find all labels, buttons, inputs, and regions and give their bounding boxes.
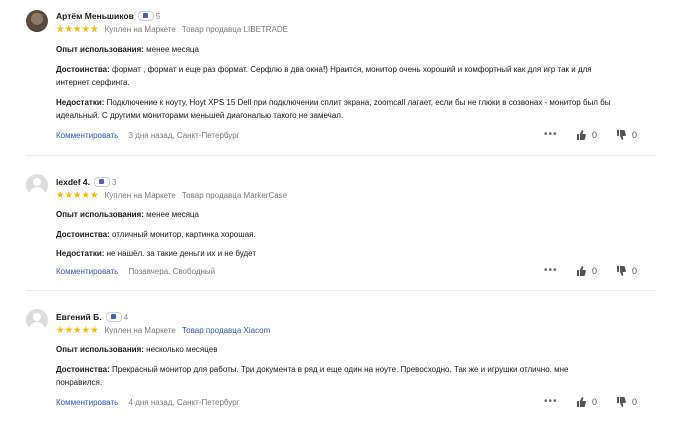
- review-date-location: 4 дня назад, Санкт-Петербург: [128, 398, 240, 407]
- review-date-location: Позавчера, Свободный: [128, 267, 216, 276]
- thumb-down-icon[interactable]: [616, 397, 626, 407]
- reviewer-name[interactable]: Артём Меньшиков: [56, 11, 134, 21]
- cons-field: Недостатки: Подключение к ноуту, Hoyt XP…: [56, 97, 656, 122]
- avatar[interactable]: [26, 174, 48, 196]
- usage-value: менее месяца: [146, 45, 199, 54]
- pros-field: Достоинства: отличный монитор, картинка …: [56, 229, 656, 242]
- level-number: 3: [112, 177, 117, 187]
- dislike-control[interactable]: 0: [616, 266, 637, 276]
- review-footer: Комментировать 4 дня назад, Санкт-Петерб…: [56, 398, 656, 407]
- dislike-control[interactable]: 0: [616, 397, 637, 407]
- avatar[interactable]: [26, 309, 48, 331]
- level-badge: 3: [94, 177, 116, 187]
- like-control[interactable]: 0: [576, 130, 597, 140]
- star-rating: ★★★★★: [56, 24, 99, 35]
- dislike-count: 0: [632, 397, 638, 407]
- dislike-control[interactable]: 0: [616, 130, 637, 140]
- pros-text: формат , формат и еще раз формат. Серфлю…: [112, 65, 592, 74]
- star-rating: ★★★★★: [56, 190, 99, 201]
- seller-link[interactable]: Товар продавца Xiacom: [182, 326, 270, 335]
- review-footer: Комментировать 3 дня назад, Санкт-Петерб…: [56, 131, 656, 140]
- pros-text: Прекрасный монитор для работы. Три докум…: [112, 365, 569, 374]
- level-number: 4: [123, 312, 129, 322]
- review-footer: Комментировать Позавчера, Свободный: [56, 267, 656, 276]
- review-date-location: 3 дня назад, Санкт-Петербург: [128, 131, 240, 140]
- pros-text: отличный монитор, картинка хорошая.: [112, 230, 256, 239]
- cons-field: Недостатки: не нашёл. за такие деньги их…: [56, 248, 656, 261]
- pros-label: Достоинства:: [56, 365, 110, 374]
- divider: [26, 290, 656, 291]
- thumb-down-icon[interactable]: [616, 266, 626, 276]
- review-meta-line: ★★★★★ Куплен на Маркете Товар продавца L…: [56, 24, 288, 35]
- cons-text-cont: идеальный. С другими мониторами меньшей …: [56, 110, 344, 120]
- pros-field: Достоинства: Прекрасный монитор для рабо…: [56, 364, 656, 389]
- usage-field: Опыт использования: несколько месяцев: [56, 344, 656, 357]
- more-dots-icon[interactable]: •••: [544, 396, 558, 407]
- reviewer-name[interactable]: Евгений Б.: [56, 312, 102, 322]
- thumb-up-icon[interactable]: [576, 397, 586, 407]
- usage-field: Опыт использования: менее месяца: [56, 209, 656, 222]
- like-count: 0: [592, 266, 598, 276]
- usage-label: Опыт использования:: [56, 345, 144, 354]
- pros-field: Достоинства: формат , формат и еще раз ф…: [56, 64, 656, 89]
- dislike-count: 0: [632, 266, 638, 276]
- pros-label: Достоинства:: [56, 230, 110, 239]
- level-badge: 4: [105, 312, 129, 322]
- seller-label: Товар продавца MarkerCase: [181, 191, 288, 200]
- comment-button[interactable]: Комментировать: [56, 398, 118, 407]
- divider: [26, 155, 656, 156]
- level-number: 5: [155, 11, 161, 21]
- like-control[interactable]: 0: [576, 266, 597, 276]
- usage-label: Опыт использования:: [56, 210, 144, 219]
- thumb-up-icon[interactable]: [576, 130, 586, 140]
- reviewer-name-line: Артём Меньшиков 5: [56, 11, 160, 21]
- usage-value: менее месяца: [146, 210, 199, 219]
- reviewer-name-line: lexdef 4. 3: [56, 177, 116, 187]
- cons-text: не нашёл. за такие деньги их и не будет: [106, 249, 257, 258]
- star-rating: ★★★★★: [56, 325, 99, 336]
- dislike-count: 0: [632, 130, 638, 140]
- cons-text: Подключение к ноуту, Hoyt XPS 15 Dell пр…: [106, 98, 611, 107]
- pros-text-cont: понравился.: [56, 377, 103, 387]
- pros-label: Достоинства:: [56, 65, 110, 74]
- usage-value: несколько месяцев: [146, 345, 218, 354]
- purchase-label: Куплен на Маркете: [104, 25, 176, 34]
- like-count: 0: [592, 397, 598, 407]
- reviewer-name[interactable]: lexdef 4.: [56, 177, 90, 187]
- thumb-up-icon[interactable]: [576, 266, 586, 276]
- cons-label: Недостатки:: [56, 249, 105, 258]
- thumb-down-icon[interactable]: [616, 130, 626, 140]
- comment-button[interactable]: Комментировать: [56, 267, 118, 276]
- usage-field: Опыт использования: менее месяца: [56, 44, 656, 57]
- purchase-label: Куплен на Маркете: [104, 191, 176, 200]
- seller-label: Товар продавца LIBETRADE: [181, 25, 289, 34]
- pros-text-cont: интернет серфинга.: [56, 77, 130, 87]
- level-badge-icon: [94, 177, 111, 187]
- avatar[interactable]: [26, 10, 48, 32]
- more-dots-icon[interactable]: •••: [544, 265, 558, 276]
- cons-label: Недостатки:: [56, 98, 105, 107]
- usage-label: Опыт использования:: [56, 45, 144, 54]
- comment-button[interactable]: Комментировать: [56, 131, 118, 140]
- purchase-label: Куплен на Маркете: [104, 326, 176, 335]
- like-control[interactable]: 0: [576, 397, 597, 407]
- more-dots-icon[interactable]: •••: [544, 129, 558, 140]
- reviewer-name-line: Евгений Б. 4: [56, 312, 128, 322]
- review-meta-line: ★★★★★ Куплен на Маркете Товар продавца X…: [56, 325, 270, 336]
- level-badge: 5: [137, 11, 161, 21]
- review-meta-line: ★★★★★ Куплен на Маркете Товар продавца M…: [56, 190, 287, 201]
- like-count: 0: [592, 130, 598, 140]
- level-badge-icon: [105, 312, 122, 322]
- level-badge-icon: [137, 11, 154, 21]
